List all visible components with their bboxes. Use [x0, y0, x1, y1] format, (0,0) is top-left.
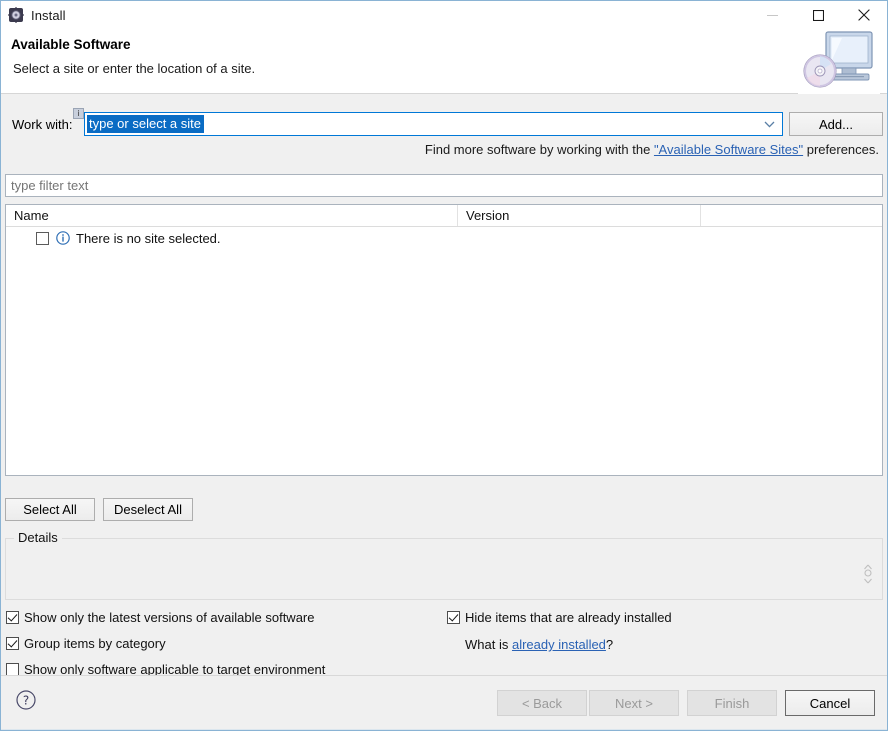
- back-button[interactable]: < Back: [497, 690, 587, 716]
- info-icon: [56, 231, 70, 245]
- available-software-table[interactable]: Name Version There is no site selected.: [5, 204, 883, 476]
- option-label: Group items by category: [24, 636, 166, 651]
- install-dialog: Install Available Software Select a site…: [0, 0, 888, 731]
- dialog-banner: Available Software Select a site or ente…: [1, 26, 887, 94]
- checkbox-hide-installed[interactable]: [447, 611, 460, 624]
- deselect-all-button[interactable]: Deselect All: [103, 498, 193, 521]
- maximize-icon: [812, 9, 824, 21]
- close-icon: [858, 9, 870, 21]
- resize-grip-icon[interactable]: [862, 564, 874, 584]
- work-with-label: Work with:: [12, 117, 73, 132]
- monitor-cd-icon: [798, 26, 880, 94]
- checkbox-show-latest-versions[interactable]: [6, 611, 19, 624]
- finish-button[interactable]: Finish: [687, 690, 777, 716]
- details-group: Details: [5, 530, 883, 600]
- dialog-body: Work with: i type or select a site Add..…: [1, 95, 887, 703]
- title-bar: Install: [1, 1, 887, 29]
- cancel-button[interactable]: Cancel: [785, 690, 875, 716]
- checkbox-group-by-category[interactable]: [6, 637, 19, 650]
- page-title: Available Software: [11, 37, 131, 52]
- find-more-prefix: Find more software by working with the: [424, 142, 654, 157]
- info-badge-icon: i: [73, 108, 84, 119]
- next-button[interactable]: Next >: [589, 690, 679, 716]
- add-site-button[interactable]: Add...: [789, 112, 883, 136]
- what-is-suffix: ?: [605, 637, 614, 652]
- row-label: There is no site selected.: [76, 230, 221, 246]
- column-header-spacer: [701, 205, 882, 226]
- minimize-icon: [766, 14, 778, 16]
- row-checkbox[interactable]: [36, 231, 49, 245]
- work-with-row: Work with: i type or select a site Add..…: [1, 108, 887, 138]
- what-is-prefix: What is: [465, 637, 512, 652]
- option-show-latest-versions[interactable]: Show only the latest versions of availab…: [6, 610, 315, 625]
- option-hide-installed[interactable]: Hide items that are already installed: [447, 610, 672, 625]
- option-label: Show only the latest versions of availab…: [24, 610, 315, 625]
- option-label: Hide items that are already installed: [465, 610, 672, 625]
- details-label: Details: [14, 530, 62, 545]
- select-all-button[interactable]: Select All: [5, 498, 95, 521]
- find-more-software-text: Find more software by working with the "…: [425, 142, 879, 157]
- work-with-value[interactable]: type or select a site: [87, 115, 204, 133]
- what-is-already-installed-text: What is already installed?: [465, 637, 613, 652]
- page-subtitle: Select a site or enter the location of a…: [13, 61, 256, 76]
- option-group-by-category[interactable]: Group items by category: [6, 636, 166, 651]
- already-installed-link[interactable]: already installed: [512, 637, 606, 652]
- available-software-sites-link[interactable]: "Available Software Sites": [654, 142, 803, 157]
- window-controls: [749, 1, 887, 29]
- work-with-combo[interactable]: type or select a site: [84, 112, 783, 136]
- svg-text:?: ?: [23, 694, 29, 708]
- help-icon[interactable]: ?: [16, 690, 36, 710]
- column-header-version[interactable]: Version: [458, 205, 701, 226]
- column-header-name[interactable]: Name: [6, 205, 458, 226]
- table-row[interactable]: There is no site selected.: [6, 228, 882, 248]
- dialog-footer: ? < Back Next > Finish Cancel: [1, 676, 887, 730]
- install-icon: [8, 7, 24, 23]
- footer-bottom-line: [1, 729, 887, 730]
- maximize-button[interactable]: [795, 1, 841, 29]
- window-title: Install: [31, 7, 66, 23]
- table-header: Name Version: [6, 205, 882, 227]
- chevron-down-icon[interactable]: [760, 113, 778, 135]
- filter-input[interactable]: [5, 174, 883, 197]
- find-more-suffix: preferences.: [803, 142, 879, 157]
- minimize-button[interactable]: [749, 1, 795, 29]
- close-button[interactable]: [841, 1, 887, 29]
